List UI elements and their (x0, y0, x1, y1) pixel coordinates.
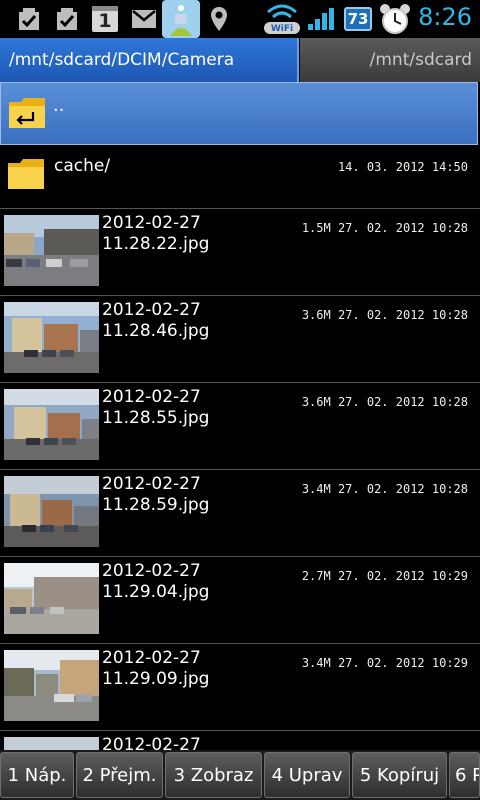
photo-thumbnail (4, 215, 99, 286)
file-row[interactable]: 2012-02-27 11.28.46.jpg 3.6M 27. 02. 2012… (0, 296, 480, 383)
file-name: 2012-02-27 (102, 735, 201, 750)
file-meta: 3.4M 27. 02. 2012 10:28 (301, 482, 468, 496)
rename-button[interactable]: 2 Přejm. (76, 752, 163, 798)
calendar-icon: 1 (91, 4, 119, 34)
photo-thumbnail (4, 563, 99, 634)
folder-row-cache[interactable]: cache/ 14. 03. 2012 14:50 (0, 145, 480, 209)
gmail-icon (130, 4, 158, 34)
folder-up-icon (9, 98, 45, 128)
status-bar: 1 WiFi 73 8:26 (0, 0, 480, 38)
file-name: 2012-02-27 11.29.09.jpg (102, 648, 210, 689)
android-icon (162, 0, 200, 38)
file-row[interactable]: 2012-02-27 11.28.22.jpg 1.5M 27. 02. 2012… (0, 209, 480, 296)
path-tabs: /mnt/sdcard/DCIM/Camera /mnt/sdcard (0, 38, 480, 82)
checkbox-icon (16, 4, 42, 34)
file-row[interactable]: 2012-02-27 11.29.09.jpg 3.4M 27. 02. 2012… (0, 644, 480, 731)
move-button[interactable]: 6 P (449, 752, 480, 798)
photo-thumbnail (4, 737, 99, 750)
file-meta: 3.6M 27. 02. 2012 10:28 (301, 395, 468, 409)
signal-icon (306, 4, 336, 34)
function-key-bar: 1 Náp. 2 Přejm. 3 Zobraz 4 Uprav 5 Kopír… (0, 750, 480, 800)
file-row[interactable]: 2012-02-27 (0, 731, 480, 750)
file-meta: 3.6M 27. 02. 2012 10:28 (301, 308, 468, 322)
tab-inactive-label: /mnt/sdcard (369, 50, 472, 70)
file-name: 2012-02-27 11.28.22.jpg (102, 213, 210, 254)
file-name: 2012-02-27 11.29.04.jpg (102, 561, 210, 602)
tab-active-label: /mnt/sdcard/DCIM/Camera (9, 50, 235, 70)
file-name: 2012-02-27 11.28.55.jpg (102, 387, 210, 428)
clock-time: 8:26 (418, 3, 472, 31)
copy-button[interactable]: 5 Kopíruj (352, 752, 447, 798)
file-name: 2012-02-27 11.28.59.jpg (102, 474, 210, 515)
file-meta: 1.5M 27. 02. 2012 10:28 (301, 221, 468, 235)
folder-name: cache/ (54, 156, 111, 176)
file-meta: 2.7M 27. 02. 2012 10:29 (301, 569, 468, 583)
file-row[interactable]: 2012-02-27 11.29.04.jpg 2.7M 27. 02. 2012… (0, 557, 480, 644)
photo-thumbnail (4, 389, 99, 460)
svg-text:WiFi: WiFi (271, 24, 293, 34)
wifi-icon: WiFi (262, 0, 302, 38)
location-icon (208, 4, 230, 34)
view-button[interactable]: 1 Náp. (0, 752, 74, 798)
parent-directory-label: .. (53, 95, 65, 116)
file-meta: 3.4M 27. 02. 2012 10:29 (301, 656, 468, 670)
folder-icon (8, 159, 44, 189)
file-row[interactable]: 2012-02-27 11.28.55.jpg 3.6M 27. 02. 2012… (0, 383, 480, 470)
show-button[interactable]: 3 Zobraz (165, 752, 262, 798)
photo-thumbnail (4, 650, 99, 721)
file-name: 2012-02-27 11.28.46.jpg (102, 300, 210, 341)
photo-thumbnail (4, 302, 99, 373)
tab-active-path[interactable]: /mnt/sdcard/DCIM/Camera (0, 38, 299, 82)
tab-inactive-path[interactable]: /mnt/sdcard (300, 38, 480, 82)
file-row[interactable]: 2012-02-27 11.28.59.jpg 3.4M 27. 02. 2012… (0, 470, 480, 557)
checkbox-icon (54, 4, 80, 34)
calendar-day: 1 (98, 10, 112, 32)
edit-button[interactable]: 4 Uprav (264, 752, 350, 798)
parent-directory-row[interactable]: .. (0, 82, 478, 145)
photo-thumbnail (4, 476, 99, 547)
battery-level: 73 (347, 10, 369, 28)
alarm-icon (378, 2, 412, 36)
battery-icon: 73 (344, 7, 372, 31)
folder-meta: 14. 03. 2012 14:50 (337, 160, 468, 174)
file-list: .. cache/ 14. 03. 2012 14:50 2012-02-27 1… (0, 82, 480, 750)
